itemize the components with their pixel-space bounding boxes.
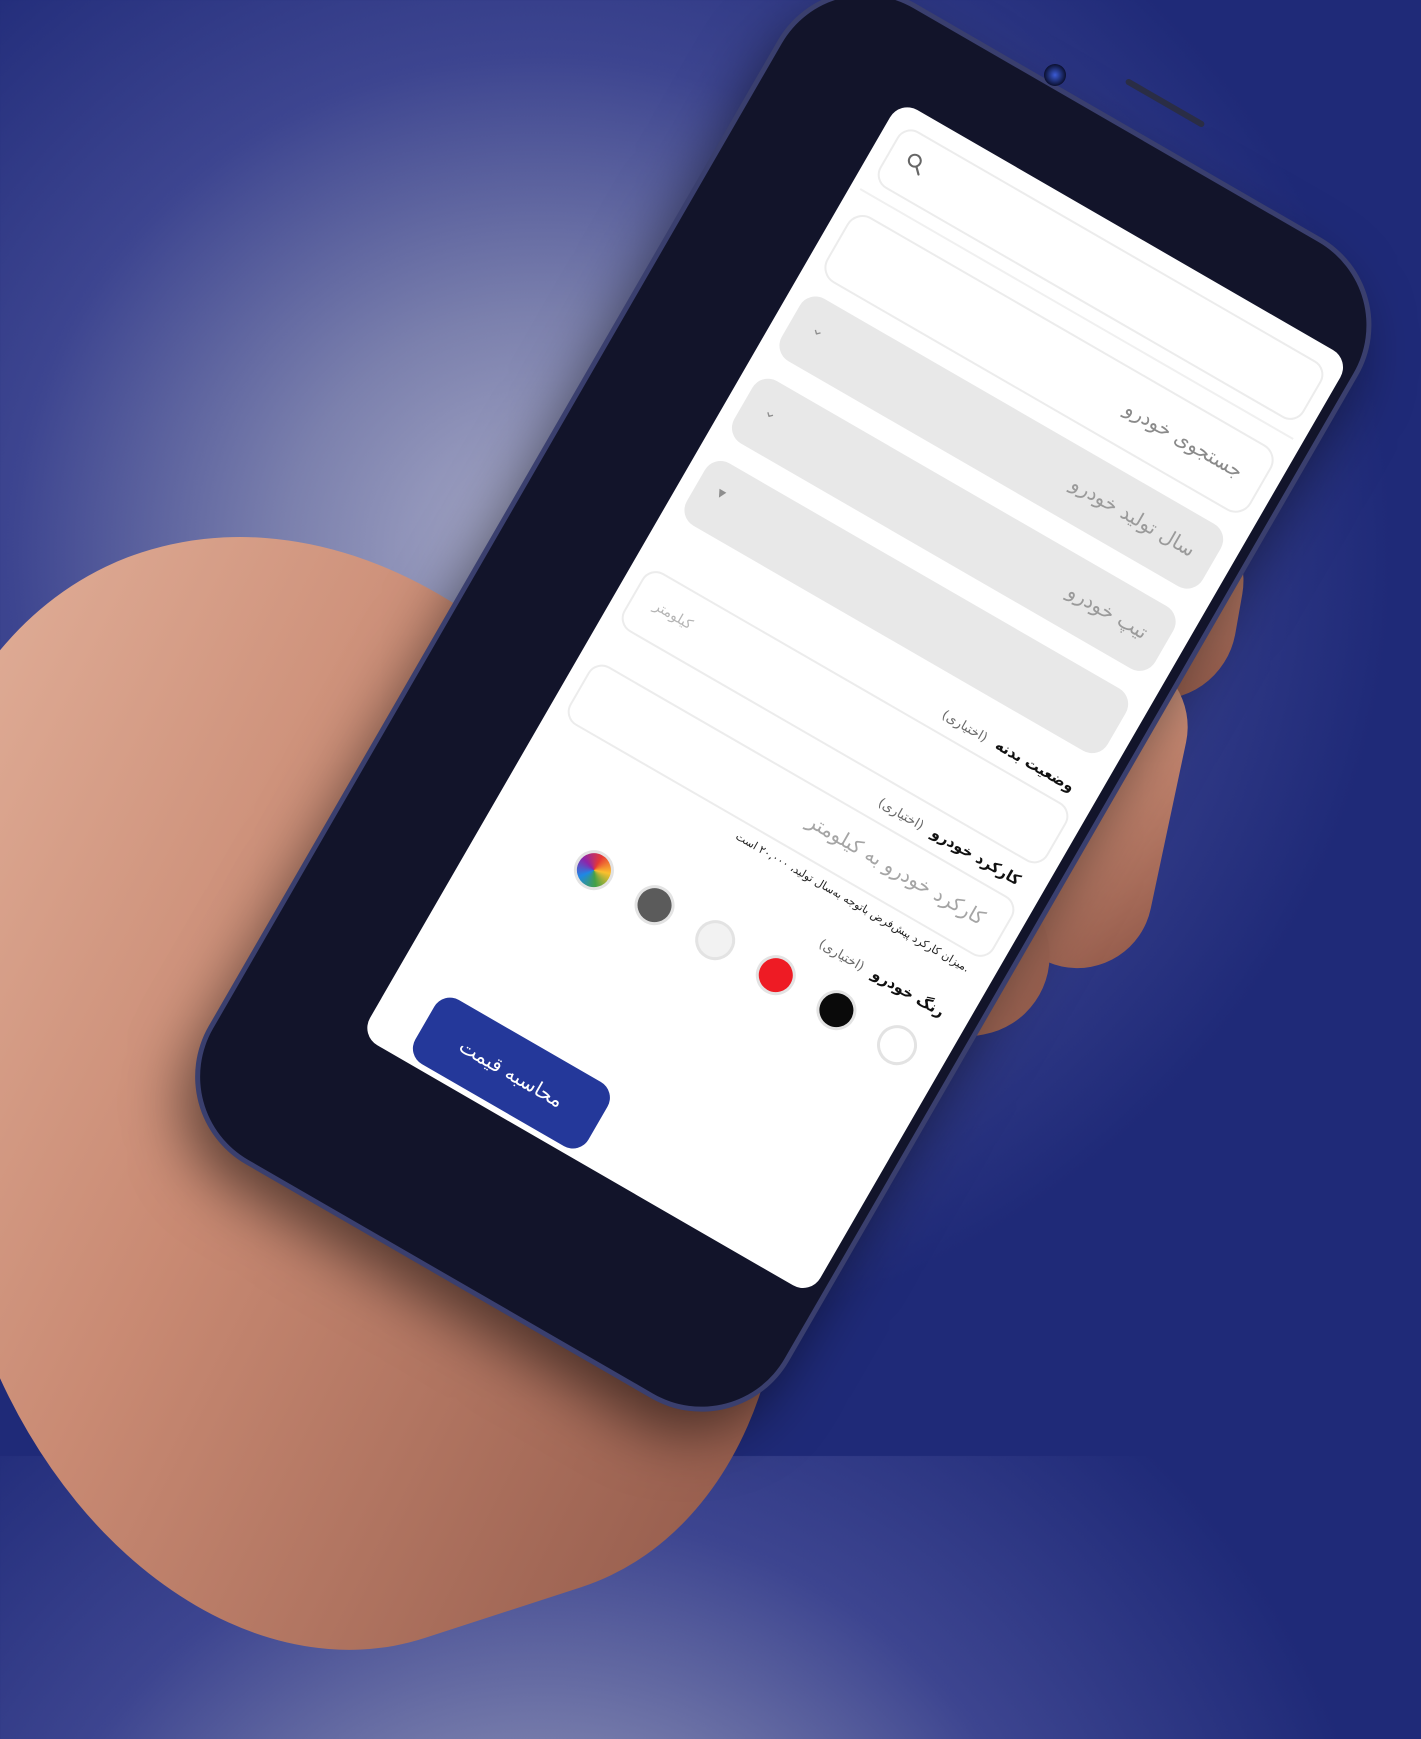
optional-tag: (اختیاری) xyxy=(815,936,867,975)
chevron-down-icon: ⌄ xyxy=(760,400,783,424)
color-swatch-white[interactable] xyxy=(869,1017,925,1073)
search-icon xyxy=(907,153,922,176)
color-swatch-black[interactable] xyxy=(809,982,864,1038)
car-trim-label: تیپ خودرو xyxy=(1063,578,1153,644)
color-swatch-silver[interactable] xyxy=(687,912,743,968)
mileage-placeholder: کارکرد خودرو به کیلومتر xyxy=(803,808,990,930)
body-condition-placeholder: کیلومتر xyxy=(650,598,696,634)
car-search-label: جستجوی خودرو xyxy=(1120,396,1248,484)
production-year-label: سال تولید خودرو xyxy=(1066,471,1200,562)
chevron-down-icon: ⌄ xyxy=(808,318,830,342)
color-swatch-gray[interactable] xyxy=(627,877,682,933)
front-camera-icon xyxy=(1044,64,1066,86)
earpiece-speaker xyxy=(1124,77,1206,129)
color-label: رنگ خودرو xyxy=(868,964,948,1021)
color-swatch-red[interactable] xyxy=(748,947,804,1003)
color-swatch-multicolor[interactable] xyxy=(566,842,622,898)
caret-down-icon: ▾ xyxy=(713,482,730,504)
